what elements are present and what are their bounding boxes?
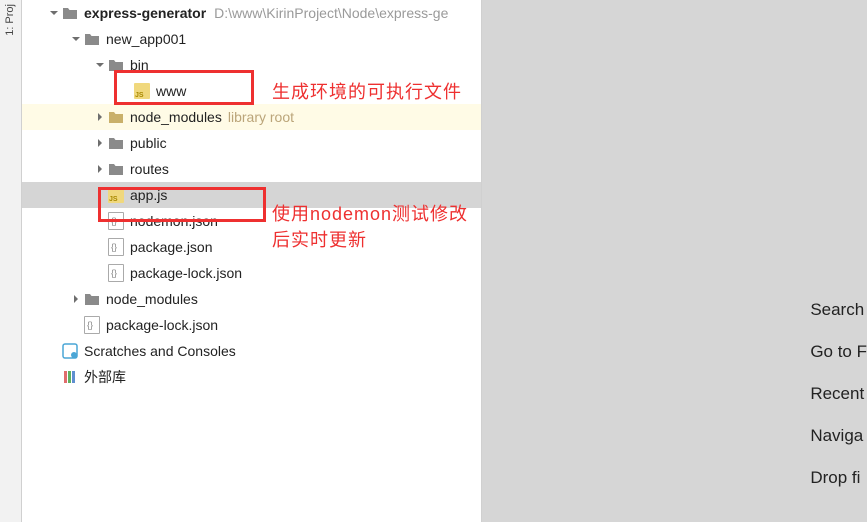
json-file-icon (84, 317, 100, 333)
folder-icon (108, 161, 124, 177)
chevron-right-icon[interactable] (70, 293, 82, 305)
tip-drop: Drop fi (802, 468, 867, 488)
tree-row-bin[interactable]: bin (22, 52, 481, 78)
folder-icon (108, 109, 124, 125)
js-file-icon (134, 83, 150, 99)
tree-label: bin (130, 57, 149, 73)
scratches-icon (62, 343, 78, 359)
tree-row-outer-package-lock[interactable]: package-lock.json (22, 312, 481, 338)
tree-label: routes (130, 161, 169, 177)
project-tree-panel: express-generator D:\www\KirinProject\No… (22, 0, 482, 522)
tree-label: express-generator (84, 5, 206, 21)
library-icon (62, 369, 78, 385)
tree-label: node_modules (106, 291, 198, 307)
chevron-down-icon[interactable] (94, 59, 106, 71)
tree-label: Scratches and Consoles (84, 343, 236, 359)
tree-row-root[interactable]: express-generator D:\www\KirinProject\No… (22, 0, 481, 26)
json-file-icon (108, 239, 124, 255)
folder-icon (84, 31, 100, 47)
tips-panel: Search Go to F Recent Naviga Drop fi (802, 300, 867, 488)
tree-row-routes[interactable]: routes (22, 156, 481, 182)
chevron-down-icon[interactable] (48, 7, 60, 19)
folder-icon (108, 57, 124, 73)
tree-label: package-lock.json (106, 317, 218, 333)
tree-row-package-lock[interactable]: package-lock.json (22, 260, 481, 286)
tree-label: www (156, 83, 186, 99)
json-file-icon (108, 265, 124, 281)
tree-label: nodemon.json (130, 213, 218, 229)
tree-row-public[interactable]: public (22, 130, 481, 156)
tree-label: 外部库 (84, 367, 126, 387)
tree-label: package-lock.json (130, 265, 242, 281)
tree-row-newapp[interactable]: new_app001 (22, 26, 481, 52)
annotation-www: 生成环境的可执行文件 (272, 78, 462, 104)
tree-row-node-modules-lib[interactable]: node_modules library root (22, 104, 481, 130)
editor-empty-area: Search Go to F Recent Naviga Drop fi (482, 0, 867, 522)
chevron-down-icon[interactable] (70, 33, 82, 45)
tree-row-scratches[interactable]: Scratches and Consoles (22, 338, 481, 364)
folder-icon (84, 291, 100, 307)
tree-row-outer-node-modules[interactable]: node_modules (22, 286, 481, 312)
json-file-icon (108, 213, 124, 229)
tree-label: app.js (130, 187, 167, 203)
tip-search: Search (802, 300, 867, 320)
project-tool-tab[interactable]: 1: Proj (2, 0, 18, 40)
tip-goto: Go to F (802, 342, 867, 362)
tree-label: new_app001 (106, 31, 186, 47)
tree-label: node_modules (130, 109, 222, 125)
tree-label: package.json (130, 239, 213, 255)
library-root-tag: library root (228, 109, 294, 125)
left-gutter: 1: Proj (0, 0, 22, 522)
js-file-icon (108, 187, 124, 203)
tree-label: public (130, 135, 167, 151)
annotation-appjs: 使用nodemon测试修改后实时更新 (272, 200, 481, 252)
chevron-right-icon[interactable] (94, 137, 106, 149)
tree-path: D:\www\KirinProject\Node\express-ge (214, 5, 448, 21)
tip-navigate: Naviga (802, 426, 867, 446)
tree-row-external-lib[interactable]: 外部库 (22, 364, 481, 390)
tip-recent: Recent (802, 384, 867, 404)
folder-icon (62, 5, 78, 21)
folder-icon (108, 135, 124, 151)
chevron-right-icon[interactable] (94, 163, 106, 175)
chevron-right-icon[interactable] (94, 111, 106, 123)
